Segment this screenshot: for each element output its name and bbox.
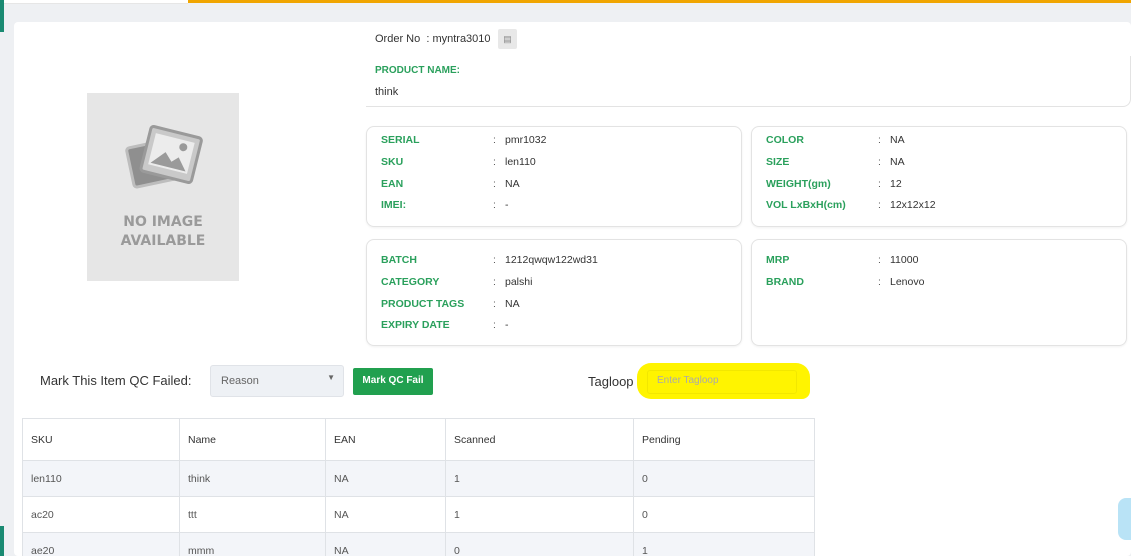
- detail-label: COLOR: [766, 134, 804, 146]
- order-number-separator: :: [426, 33, 430, 45]
- details-panel-price: [751, 239, 1127, 346]
- qc-failed-label: Mark This Item QC Failed:: [40, 373, 192, 388]
- product-name-panel: [366, 56, 1131, 107]
- detail-colon: :: [493, 199, 496, 211]
- detail-label: CATEGORY: [381, 276, 440, 288]
- detail-colon: :: [878, 134, 881, 146]
- table-cell-sku: ae20: [22, 532, 180, 556]
- detail-value: NA: [505, 298, 520, 310]
- barcode-icon[interactable]: ▤: [498, 29, 517, 49]
- tagloop-label: Tagloop: [588, 374, 634, 389]
- table-cell-scanned: 0: [445, 532, 634, 556]
- detail-label: WEIGHT(gm): [766, 178, 831, 190]
- reason-select-placeholder: Reason: [221, 375, 259, 387]
- no-image-line2: AVAILABLE: [120, 233, 206, 249]
- detail-value: NA: [505, 178, 520, 190]
- column-header-pending[interactable]: Pending: [633, 418, 815, 461]
- detail-label: VOL LxBxH(cm): [766, 199, 846, 211]
- detail-label: SERIAL: [381, 134, 420, 146]
- table-cell-scanned: 1: [445, 460, 634, 497]
- column-header-sku[interactable]: SKU: [22, 418, 180, 461]
- detail-label: PRODUCT TAGS: [381, 298, 465, 310]
- detail-label: SIZE: [766, 156, 790, 168]
- table-cell-sku: ac20: [22, 496, 180, 533]
- detail-colon: :: [878, 178, 881, 190]
- column-header-ean[interactable]: EAN: [325, 418, 446, 461]
- table-cell-pending: 0: [633, 460, 815, 497]
- left-edge-accent-bottom: [0, 526, 4, 556]
- table-cell-pending: 0: [633, 496, 815, 533]
- detail-value: Lenovo: [890, 276, 925, 288]
- detail-colon: :: [493, 298, 496, 310]
- detail-value: 1212qwqw122wd31: [505, 254, 598, 266]
- order-number: Order No : myntra3010: [375, 33, 491, 45]
- detail-value: NA: [890, 134, 905, 146]
- table-cell-ean: NA: [325, 460, 446, 497]
- no-image-icon: [125, 125, 203, 189]
- detail-value: len110: [505, 156, 536, 168]
- product-name-label: PRODUCT NAME:: [375, 65, 460, 76]
- table-row[interactable]: ac20 ttt NA 1 0: [22, 496, 815, 533]
- left-edge-accent: [0, 0, 4, 32]
- detail-value: 12: [890, 178, 902, 190]
- detail-colon: :: [878, 254, 881, 266]
- detail-colon: :: [493, 254, 496, 266]
- mark-qc-fail-button[interactable]: Mark QC Fail: [353, 368, 433, 395]
- detail-colon: :: [493, 276, 496, 288]
- detail-label: EXPIRY DATE: [381, 319, 450, 331]
- detail-value: -: [505, 199, 509, 211]
- table-cell-sku: len110: [22, 460, 180, 497]
- product-image-placeholder: NO IMAGE AVAILABLE: [87, 93, 239, 281]
- table-cell-ean: NA: [325, 532, 446, 556]
- detail-label: IMEI:: [381, 199, 407, 211]
- column-header-name[interactable]: Name: [179, 418, 326, 461]
- order-number-value: myntra3010: [432, 33, 491, 45]
- chat-widget-tab[interactable]: [1118, 498, 1131, 540]
- table-cell-ean: NA: [325, 496, 446, 533]
- no-image-line1: NO IMAGE: [123, 214, 203, 230]
- detail-colon: :: [493, 319, 496, 331]
- table-cell-name: ttt: [179, 496, 326, 533]
- detail-value: 12x12x12: [890, 199, 936, 211]
- detail-colon: :: [878, 156, 881, 168]
- no-image-text: NO IMAGE AVAILABLE: [87, 213, 239, 251]
- order-number-label: Order No: [375, 33, 421, 45]
- top-left-tab: [0, 0, 188, 4]
- detail-colon: :: [493, 156, 496, 168]
- detail-value: pmr1032: [505, 134, 547, 146]
- detail-colon: :: [878, 276, 881, 288]
- detail-value: -: [505, 319, 509, 331]
- detail-label: SKU: [381, 156, 404, 168]
- detail-label: BATCH: [381, 254, 417, 266]
- detail-label: MRP: [766, 254, 790, 266]
- detail-value: palshi: [505, 276, 533, 288]
- reason-select[interactable]: Reason ▼: [210, 365, 344, 397]
- table-row[interactable]: len110 think NA 1 0: [22, 460, 815, 497]
- table-cell-name: mmm: [179, 532, 326, 556]
- detail-colon: :: [493, 134, 496, 146]
- column-header-scanned[interactable]: Scanned: [445, 418, 634, 461]
- table-cell-pending: 1: [633, 532, 815, 556]
- table-cell-scanned: 1: [445, 496, 634, 533]
- tagloop-input-border: [647, 370, 797, 394]
- detail-value: NA: [890, 156, 905, 168]
- details-panel-identifiers: [366, 126, 742, 227]
- detail-colon: :: [493, 178, 496, 190]
- chevron-down-icon: ▼: [327, 373, 335, 382]
- table-cell-name: think: [179, 460, 326, 497]
- tagloop-input[interactable]: Enter Tagloop: [637, 363, 810, 399]
- product-name-value: think: [375, 86, 399, 98]
- detail-label: BRAND: [766, 276, 804, 288]
- items-table: SKU Name EAN Scanned Pending len110 thin…: [22, 418, 815, 556]
- table-row[interactable]: ae20 mmm NA 0 1: [22, 532, 815, 556]
- detail-colon: :: [878, 199, 881, 211]
- table-header-row: SKU Name EAN Scanned Pending: [22, 418, 815, 461]
- detail-label: EAN: [381, 178, 404, 190]
- detail-value: 11000: [890, 254, 919, 266]
